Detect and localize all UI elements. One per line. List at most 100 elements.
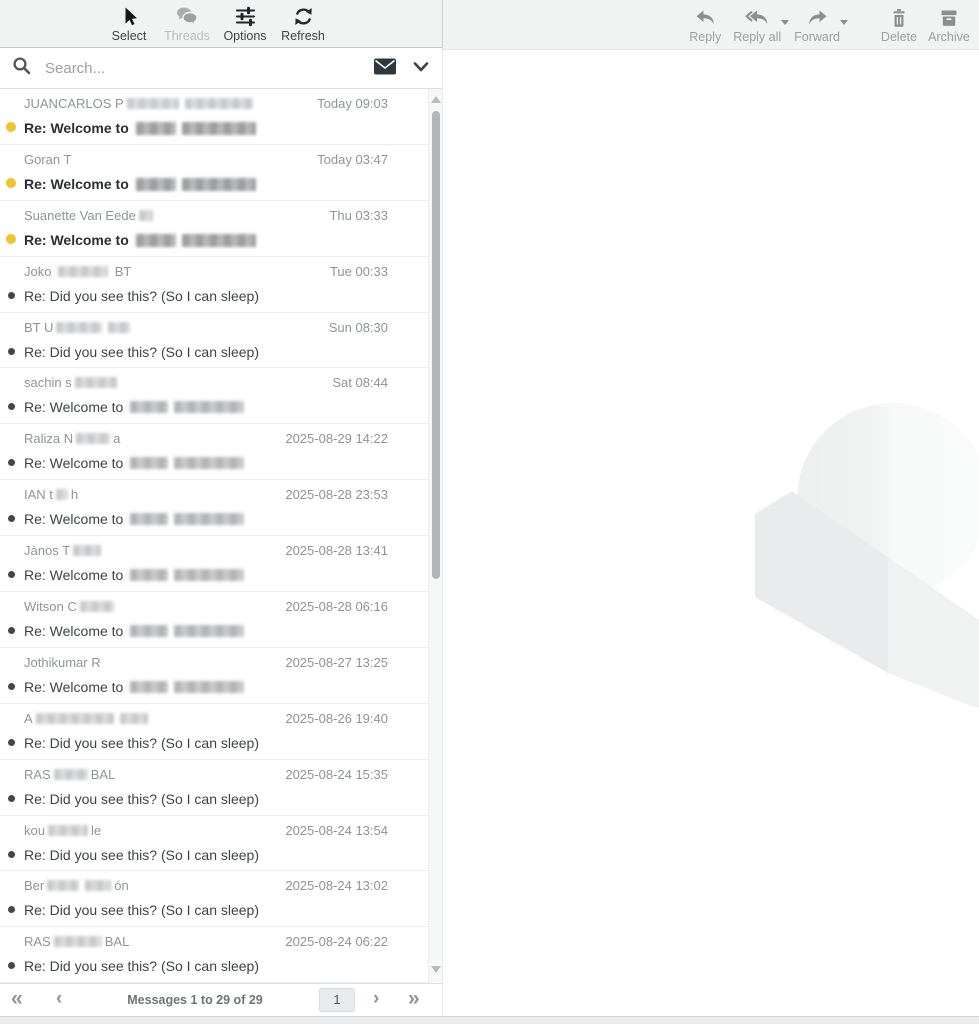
scroll-down-arrow-icon[interactable] xyxy=(431,966,441,973)
message-row[interactable]: RASBAL 2025-08-24 06:22 Re: Did you see … xyxy=(0,927,428,983)
threads-chat-bubbles-icon xyxy=(175,5,199,28)
last-page-button[interactable]: » xyxy=(408,989,420,1009)
message-view-pane: Reply Reply all xyxy=(442,0,979,1016)
search-input[interactable] xyxy=(43,59,373,78)
select-button[interactable]: Select xyxy=(101,1,157,47)
message-subject: Re: Welcome to xyxy=(24,232,259,248)
redacted-text xyxy=(130,513,168,525)
text-part: Goran T xyxy=(24,152,71,167)
redacted-text xyxy=(136,122,176,135)
reply-all-menu-caret[interactable] xyxy=(781,20,789,25)
current-page-button[interactable]: 1 xyxy=(319,988,355,1012)
message-row[interactable]: Jànos T 2025-08-28 13:41 Re: Welcome to xyxy=(0,536,428,592)
message-date: 2025-08-24 13:02 xyxy=(285,878,388,894)
message-header-line: Jànos T 2025-08-28 13:41 xyxy=(24,543,388,559)
message-subject: Re: Did you see this? (So I can sleep) xyxy=(24,791,259,807)
next-page-button[interactable]: › xyxy=(373,989,379,1009)
text-part: RAS xyxy=(24,767,51,782)
message-row[interactable]: BT U Sun 08:30 Re: Did you see this? (So… xyxy=(0,313,428,369)
message-date: Sun 08:30 xyxy=(329,320,388,336)
message-sender: Suanette Van Eede xyxy=(24,208,321,224)
message-header-line: BT U Sun 08:30 xyxy=(24,320,388,336)
message-date: 2025-08-24 13:54 xyxy=(285,823,388,839)
text-part: JUANCARLOS P xyxy=(24,96,124,111)
read-status-dot xyxy=(8,851,15,858)
text-part: Re: Did you see this? (So I can sleep) xyxy=(24,847,259,863)
read-status-dot xyxy=(8,459,15,466)
message-row[interactable]: Goran T Today 03:47 Re: Welcome to xyxy=(0,145,428,201)
message-row[interactable]: koule 2025-08-24 13:54 Re: Did you see t… xyxy=(0,816,428,872)
redacted-text xyxy=(174,681,244,693)
message-subject-line: Re: Did you see this? (So I can sleep) xyxy=(24,734,388,752)
message-row[interactable]: A 2025-08-26 19:40 Re: Did you see this?… xyxy=(0,704,428,760)
message-date: 2025-08-26 19:40 xyxy=(285,711,388,727)
message-header-line: Raliza Na 2025-08-29 14:22 xyxy=(24,431,388,447)
reply-icon xyxy=(694,7,717,29)
archive-button[interactable]: Archive xyxy=(924,2,974,48)
scroll-up-arrow-icon[interactable] xyxy=(431,96,441,103)
message-row[interactable]: RASBAL 2025-08-24 15:35 Re: Did you see … xyxy=(0,760,428,816)
delete-label: Delete xyxy=(881,30,917,44)
message-row[interactable]: Witson C 2025-08-28 06:16 Re: Welcome to xyxy=(0,592,428,648)
previous-page-button[interactable]: ‹ xyxy=(56,989,62,1009)
message-subject: Re: Did you see this? (So I can sleep) xyxy=(24,958,259,974)
message-flag-filter-button[interactable] xyxy=(373,57,397,79)
redacted-text xyxy=(174,513,244,525)
message-row[interactable]: Berón 2025-08-24 13:02 Re: Did you see t… xyxy=(0,871,428,927)
text-part: Re: Did you see this? (So I can sleep) xyxy=(24,344,259,360)
forward-button[interactable]: Forward xyxy=(791,2,843,48)
message-row[interactable]: Jothikumar R 2025-08-27 13:25 Re: Welcom… xyxy=(0,648,428,704)
text-part: Re: Welcome to xyxy=(24,399,127,415)
text-part: Joko xyxy=(24,264,55,279)
reply-all-button[interactable]: Reply all xyxy=(730,2,784,48)
message-row[interactable]: Suanette Van Eede Thu 03:33 Re: Welcome … xyxy=(0,201,428,257)
read-status-dot xyxy=(8,795,15,802)
message-subject: Re: Did you see this? (So I can sleep) xyxy=(24,344,259,360)
message-row[interactable]: Raliza Na 2025-08-29 14:22 Re: Welcome t… xyxy=(0,424,428,480)
scrollbar-thumb[interactable] xyxy=(432,111,440,579)
message-subject-line: Re: Did you see this? (So I can sleep) xyxy=(24,790,388,808)
first-page-button[interactable]: « xyxy=(11,989,23,1009)
message-toolbar: Reply Reply all xyxy=(442,0,979,50)
message-date: Tue 00:33 xyxy=(330,264,388,280)
message-row[interactable]: JUANCARLOS P Today 09:03 Re: Welcome to xyxy=(0,89,428,145)
redacted-text xyxy=(76,433,110,444)
refresh-button[interactable]: Refresh xyxy=(275,1,331,47)
redacted-text xyxy=(54,936,102,947)
message-subject: Re: Did you see this? (So I can sleep) xyxy=(24,847,259,863)
message-date: Today 03:47 xyxy=(317,152,388,168)
options-button[interactable]: Options xyxy=(217,1,273,47)
message-subject: Re: Welcome to xyxy=(24,455,247,471)
search-options-caret-button[interactable] xyxy=(412,60,430,77)
forward-menu-caret[interactable] xyxy=(840,20,848,25)
message-sender: Berón xyxy=(24,878,277,894)
message-header-line: JUANCARLOS P Today 09:03 xyxy=(24,96,388,112)
text-part: Jothikumar R xyxy=(24,655,101,670)
text-part: Re: Welcome to xyxy=(24,511,127,527)
message-subject-line: Re: Welcome to xyxy=(24,566,388,584)
message-row[interactable]: sachin s Sat 08:44 Re: Welcome to xyxy=(0,368,428,424)
list-scrollbar[interactable] xyxy=(428,89,442,983)
message-sender: IAN th xyxy=(24,487,277,503)
message-date: 2025-08-28 23:53 xyxy=(285,487,388,503)
message-row[interactable]: IAN th 2025-08-28 23:53 Re: Welcome to xyxy=(0,480,428,536)
redacted-text xyxy=(36,713,114,724)
message-sender: Goran T xyxy=(24,152,309,168)
text-part: sachin s xyxy=(24,375,72,390)
forward-icon xyxy=(806,7,829,29)
message-header-line: sachin s Sat 08:44 xyxy=(24,375,388,391)
message-sender: RASBAL xyxy=(24,767,277,783)
message-date: 2025-08-24 06:22 xyxy=(285,934,388,950)
redacted-text xyxy=(130,457,168,469)
message-subject-line: Re: Welcome to xyxy=(24,454,388,472)
message-row[interactable]: Joko BT Tue 00:33 Re: Did you see this? … xyxy=(0,257,428,313)
message-subject: Re: Did you see this? (So I can sleep) xyxy=(24,902,259,918)
read-status-dot xyxy=(8,515,15,522)
text-part: Re: Welcome to xyxy=(24,232,133,248)
message-sender: Raliza Na xyxy=(24,431,277,447)
text-part: Ber xyxy=(24,878,44,893)
threads-button[interactable]: Threads xyxy=(159,1,215,47)
redacted-text xyxy=(47,880,79,891)
reply-button[interactable]: Reply xyxy=(680,2,730,48)
delete-button[interactable]: Delete xyxy=(874,2,924,48)
